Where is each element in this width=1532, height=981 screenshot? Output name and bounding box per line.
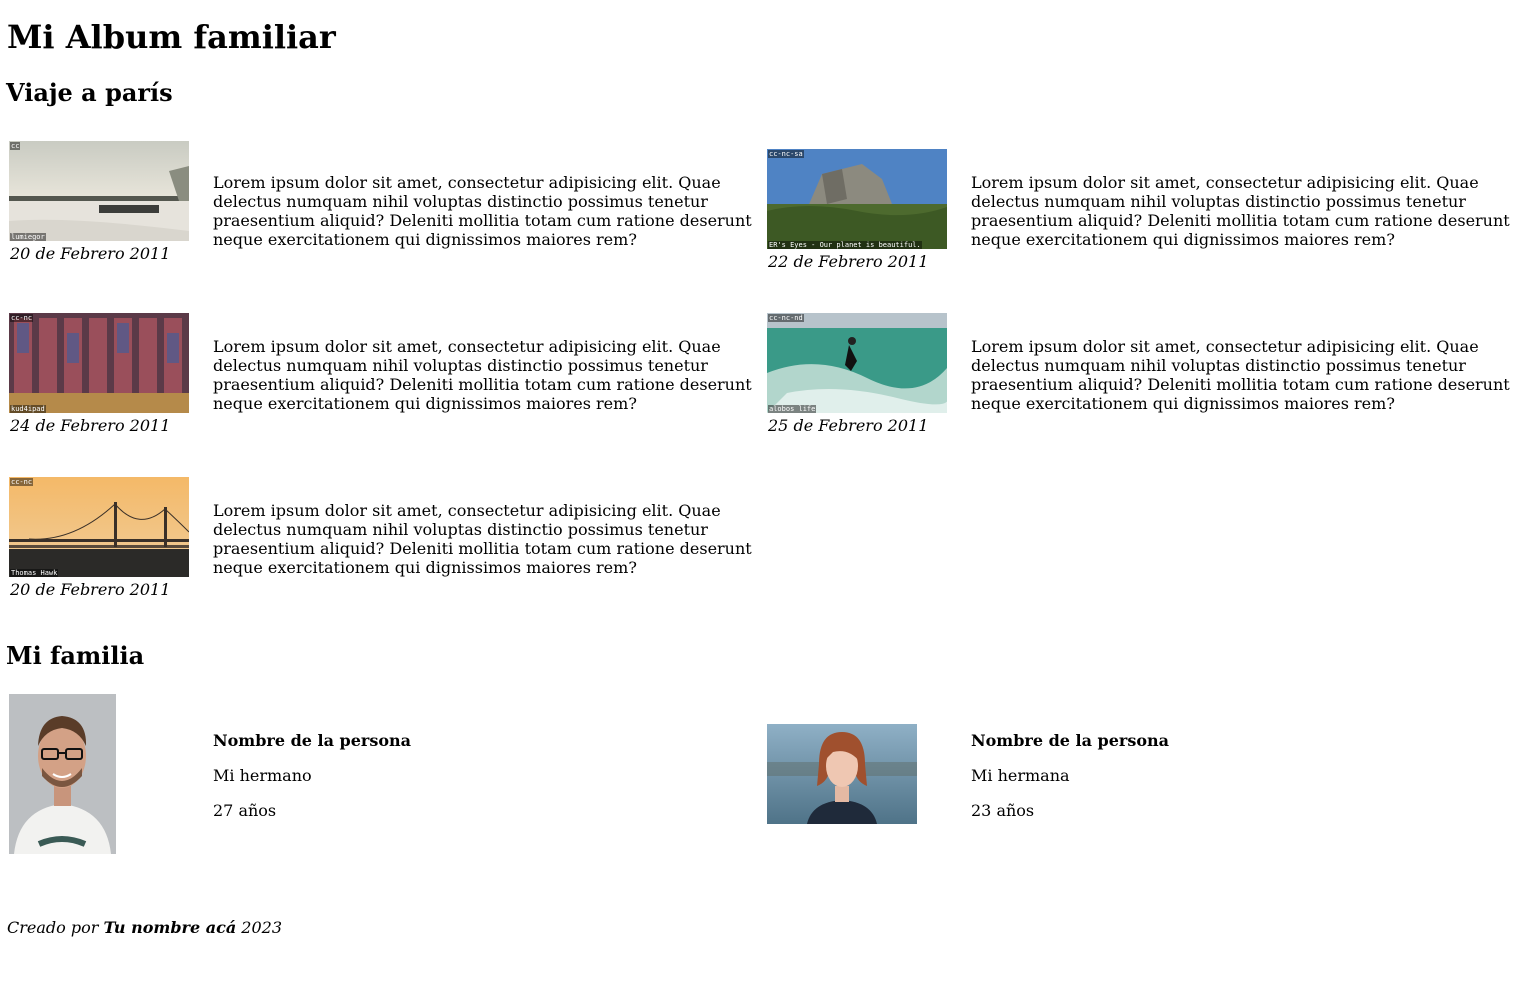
person-name: Nombre de la persona [213,731,412,750]
photo-snowy-lake[interactable]: cc lumiegor [9,141,189,241]
photo-description: Lorem ipsum dolor sit amet, consectetur … [213,337,752,413]
photo-description: Lorem ipsum dolor sit amet, consectetur … [213,173,752,249]
page-footer: Creado por Tu nombre acá 2023 [7,918,282,938]
person-relation: Mi hermano [213,766,312,785]
license-label: cc-nc [10,314,34,322]
photo-description: Lorem ipsum dolor sit amet, consectetur … [213,501,752,577]
photo-date: 24 de Febrero 2011 [10,416,171,435]
footer-year: 2023 [241,918,283,937]
page-title: Mi Album familiar [7,18,336,56]
album-page: Mi Album familiar Viaje a parís cc lumie… [0,0,1532,981]
license-label: cc-nc-sa [768,150,804,158]
person-relation: Mi hermana [971,766,1070,785]
photo-stained-glass[interactable]: cc-nc kud4ipad [9,313,189,413]
author-label: kud4ipad [10,405,46,413]
license-label: cc-nc [10,478,34,486]
license-label: cc [10,142,21,150]
section-title-trip: Viaje a parís [6,78,173,107]
section-title-family: Mi familia [6,641,145,670]
photo-date: 20 de Febrero 2011 [10,580,171,599]
author-label: ER's Eyes - Our planet is beautiful. [768,241,922,249]
photo-description: Lorem ipsum dolor sit amet, consectetur … [971,173,1510,249]
author-label: lumiegor [10,233,46,241]
photo-golden-gate[interactable]: cc-nc Thomas Hawk [9,477,189,577]
author-label: alobos life [768,405,817,413]
footer-author-name: Tu nombre acá [103,918,237,937]
photo-date: 25 de Febrero 2011 [768,416,929,435]
person-age: 23 años [971,801,1035,820]
photo-surfer[interactable]: cc-nc-nd alobos life [767,313,947,413]
person-name: Nombre de la persona [971,731,1170,750]
footer-prefix: Creado por [7,918,99,937]
author-label: Thomas Hawk [10,569,59,577]
sister-photo[interactable] [767,724,917,824]
photo-description: Lorem ipsum dolor sit amet, consectetur … [971,337,1510,413]
photo-date: 20 de Febrero 2011 [10,244,171,263]
photo-rock-mountain[interactable]: cc-nc-sa ER's Eyes - Our planet is beaut… [767,149,947,249]
license-label: cc-nc-nd [768,314,804,322]
person-age: 27 años [213,801,277,820]
brother-photo[interactable] [9,694,116,854]
photo-date: 22 de Febrero 2011 [768,252,929,271]
